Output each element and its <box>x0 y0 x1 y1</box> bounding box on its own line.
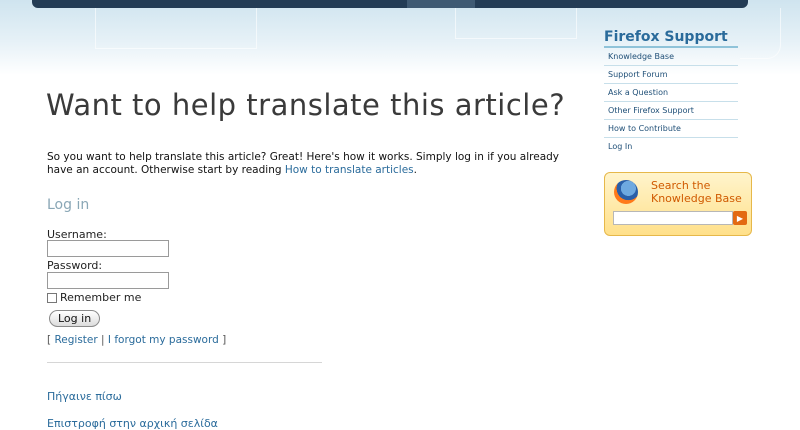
password-label: Password: <box>47 259 103 272</box>
search-title-line1: Search the <box>651 179 711 192</box>
intro-end: . <box>413 164 417 176</box>
remember-me-checkbox[interactable] <box>47 292 57 303</box>
page-title: Want to help translate this article? <box>46 88 566 122</box>
sidebar-item-support-forum[interactable]: Support Forum <box>604 66 738 84</box>
login-button[interactable]: Log in <box>49 310 101 327</box>
remember-me-row: Remember me <box>47 291 141 304</box>
return-home-link[interactable]: Επιστροφή στην αρχική σελίδα <box>47 417 218 430</box>
go-back-link[interactable]: Πήγαινε πίσω <box>47 390 122 403</box>
header-decoration <box>95 8 257 49</box>
link-separator: | <box>101 334 105 346</box>
top-nav-tab[interactable] <box>407 0 475 8</box>
top-nav-bar <box>32 0 748 8</box>
username-input[interactable] <box>47 240 169 257</box>
search-go-button[interactable]: ▶ <box>733 211 747 225</box>
search-title-line2: Knowledge Base <box>651 192 742 205</box>
search-title: Search the Knowledge Base <box>651 179 742 205</box>
sidebar-nav: Knowledge Base Support Forum Ask a Quest… <box>604 48 738 155</box>
account-links: [ Register | I forgot my password ] <box>47 334 226 346</box>
firefox-logo-icon <box>614 180 638 204</box>
search-input[interactable] <box>613 211 733 225</box>
sidebar-item-log-in[interactable]: Log In <box>604 138 738 155</box>
header-decoration <box>455 8 577 39</box>
sidebar-item-ask-question[interactable]: Ask a Question <box>604 84 738 102</box>
sidebar-title[interactable]: Firefox Support <box>604 29 738 48</box>
search-knowledge-base-box: Search the Knowledge Base ▶ <box>604 172 752 236</box>
password-input[interactable] <box>47 272 169 289</box>
intro-paragraph: So you want to help translate this artic… <box>47 151 577 177</box>
divider <box>47 362 322 363</box>
register-link[interactable]: Register <box>54 334 97 346</box>
header-decoration <box>740 8 781 59</box>
how-to-translate-link[interactable]: How to translate articles <box>285 164 414 176</box>
bracket-close: ] <box>222 334 227 346</box>
forgot-password-link[interactable]: I forgot my password <box>108 334 219 346</box>
sidebar-item-how-to-contribute[interactable]: How to Contribute <box>604 120 738 138</box>
login-heading: Log in <box>47 197 90 213</box>
sidebar: Firefox Support Knowledge Base Support F… <box>604 29 738 155</box>
bracket-open: [ <box>47 334 52 346</box>
sidebar-item-knowledge-base[interactable]: Knowledge Base <box>604 48 738 66</box>
remember-me-label[interactable]: Remember me <box>60 291 141 304</box>
arrow-right-icon: ▶ <box>736 213 744 223</box>
sidebar-item-other-support[interactable]: Other Firefox Support <box>604 102 738 120</box>
